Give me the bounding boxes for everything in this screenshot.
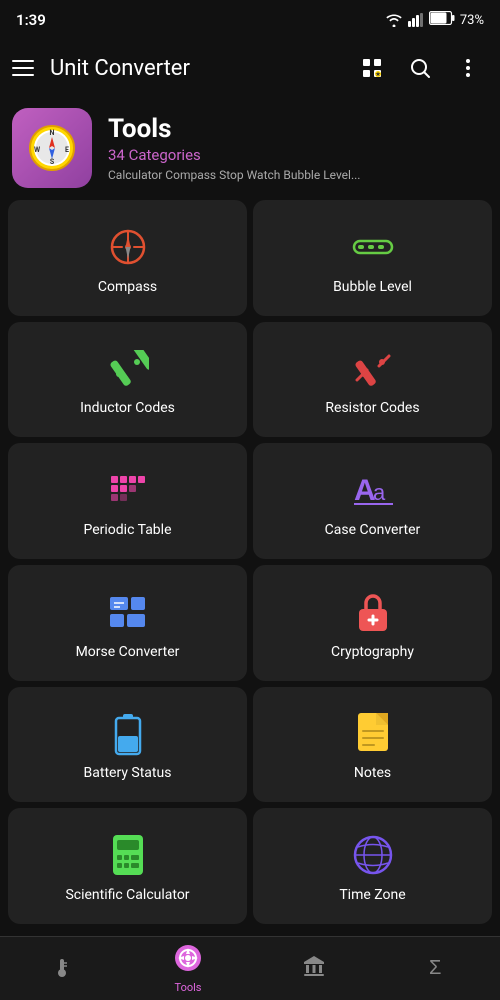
sigma-icon: Σ [426, 954, 450, 984]
tool-case[interactable]: A a Case Converter [253, 443, 492, 559]
nav-thermometer[interactable] [50, 954, 74, 984]
compass-label: Compass [98, 279, 157, 295]
morse-label: Morse Converter [76, 644, 180, 660]
svg-text:Σ: Σ [429, 957, 441, 978]
header-card: N S W E Tools 34 Categories Calculator C… [12, 108, 488, 188]
resistor-label: Resistor Codes [325, 400, 419, 416]
tool-compass[interactable]: Compass [8, 200, 247, 316]
svg-text:a: a [373, 480, 386, 505]
inductor-label: Inductor Codes [80, 400, 175, 416]
crypto-icon [351, 590, 395, 634]
tool-inductor[interactable]: Inductor Codes [8, 322, 247, 438]
bottom-nav: Tools Σ [0, 936, 500, 1000]
tool-periodic[interactable]: Periodic Table [8, 443, 247, 559]
resistor-icon [351, 346, 395, 390]
timezone-icon [351, 833, 395, 877]
more-icon[interactable] [448, 48, 488, 88]
header-text: Tools 34 Categories Calculator Compass S… [108, 114, 360, 182]
periodic-label: Periodic Table [83, 522, 171, 538]
svg-text:S: S [50, 158, 55, 166]
status-icons: 73% [385, 11, 484, 29]
menu-icon[interactable] [12, 60, 34, 76]
svg-text:N: N [50, 129, 55, 137]
app-bar: Unit Converter [0, 36, 500, 100]
tool-notes[interactable]: Notes [253, 687, 492, 803]
nav-sigma[interactable]: Σ [426, 954, 450, 984]
compass-header-icon: N S W E [27, 123, 77, 173]
timezone-label: Time Zone [339, 887, 405, 903]
tool-crypto[interactable]: Cryptography [253, 565, 492, 681]
featured-icon[interactable] [352, 48, 392, 88]
battery-icon [429, 11, 455, 29]
nav-bank[interactable] [302, 954, 326, 984]
nav-tools-label: Tools [175, 981, 202, 994]
app-title: Unit Converter [50, 56, 336, 81]
tool-battery[interactable]: Battery Status [8, 687, 247, 803]
tools-grid: Compass Bubble Level Inductor Codes [0, 200, 500, 924]
header-title: Tools [108, 114, 360, 144]
tools-nav-icon [174, 944, 202, 978]
tool-morse[interactable]: Morse Converter [8, 565, 247, 681]
tool-timezone[interactable]: Time Zone [253, 808, 492, 924]
status-time: 1:39 [16, 11, 46, 29]
header-icon-wrap: N S W E [12, 108, 92, 188]
wifi-icon [385, 13, 403, 27]
svg-text:W: W [34, 146, 41, 154]
case-label: Case Converter [325, 522, 421, 538]
app-bar-icons [352, 48, 488, 88]
svg-text:E: E [65, 146, 69, 154]
tool-bubble-level[interactable]: Bubble Level [253, 200, 492, 316]
calculator-icon [106, 833, 150, 877]
case-icon: A a [351, 468, 395, 512]
bank-icon [302, 954, 326, 984]
compass-icon [106, 225, 150, 269]
notes-label: Notes [354, 765, 391, 781]
tool-calculator[interactable]: Scientific Calculator [8, 808, 247, 924]
crypto-label: Cryptography [331, 644, 414, 660]
thermometer-icon [50, 954, 74, 984]
notes-icon [351, 711, 395, 755]
header-categories: 34 Categories [108, 146, 360, 164]
inductor-icon [106, 346, 150, 390]
header-desc: Calculator Compass Stop Watch Bubble Lev… [108, 168, 360, 182]
morse-icon [106, 590, 150, 634]
tool-resistor[interactable]: Resistor Codes [253, 322, 492, 438]
bubble-level-label: Bubble Level [333, 279, 412, 295]
periodic-icon [106, 468, 150, 512]
battery-percent: 73% [460, 13, 484, 28]
nav-tools[interactable]: Tools [174, 944, 202, 994]
battery-icon [106, 711, 150, 755]
calculator-label: Scientific Calculator [65, 887, 189, 903]
battery-label: Battery Status [84, 765, 172, 781]
search-icon[interactable] [400, 48, 440, 88]
signal-icon [408, 13, 424, 27]
status-bar: 1:39 73% [0, 0, 500, 36]
bubble-icon [351, 225, 395, 269]
